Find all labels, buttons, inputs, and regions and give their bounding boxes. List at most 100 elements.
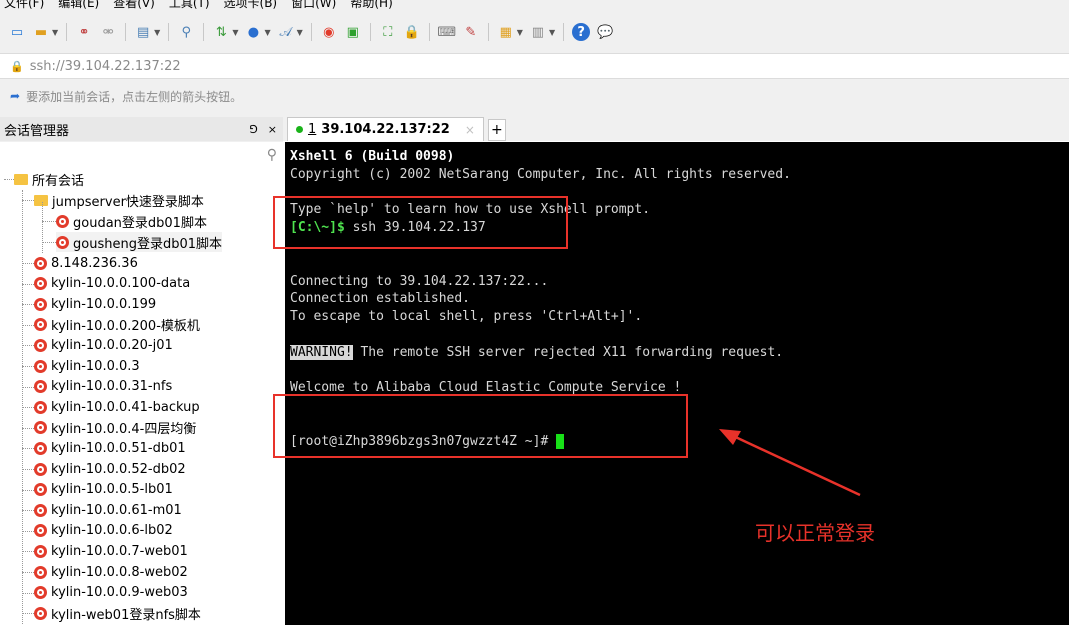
tree-item[interactable]: kylin-10.0.0.3: [34, 356, 140, 376]
tree-connector: [42, 242, 56, 243]
menu-item[interactable]: 文件(F): [4, 0, 44, 10]
tree-item-label: goudan登录db01脚本: [73, 215, 207, 231]
tree-connector: [22, 469, 34, 470]
session-icon: [34, 277, 47, 291]
tree-connector: [22, 386, 34, 388]
search-icon[interactable]: ⚲: [177, 23, 195, 41]
tree-item-label: kylin-10.0.0.9-web03: [51, 585, 188, 601]
help-icon[interactable]: ?: [572, 23, 591, 41]
menu-item[interactable]: 编辑(E): [58, 0, 99, 10]
menu-item[interactable]: 查看(V): [113, 0, 155, 10]
tree-item-label: kylin-10.0.0.4-四层均衡: [51, 422, 197, 438]
tree-item[interactable]: kylin-10.0.0.52-db02: [34, 459, 186, 479]
tree-item[interactable]: 8.148.236.36: [34, 253, 138, 273]
lock-icon: 🔒: [10, 59, 24, 73]
session-icon: [34, 524, 47, 538]
menu-item[interactable]: 选项卡(B): [224, 0, 278, 10]
tree-connector: [22, 190, 23, 624]
toolbar-divider: [310, 23, 312, 41]
toolbar-divider: [369, 23, 371, 41]
fullscreen-icon[interactable]: ⛶: [379, 23, 397, 41]
tree-connector: [22, 592, 34, 594]
open-folder-icon[interactable]: ▬: [32, 23, 50, 41]
tab-layout-icon[interactable]: ▦: [497, 23, 515, 41]
toolbar-divider: [168, 23, 170, 41]
session-icon: [34, 256, 47, 270]
warning-tag: WARNING!: [290, 344, 353, 360]
tree-item[interactable]: jumpserver快速登录脚本: [34, 190, 204, 210]
tree-item[interactable]: gousheng登录db01脚本: [56, 232, 222, 252]
tree-item[interactable]: kylin-10.0.0.51-db01: [34, 438, 186, 458]
address-bar[interactable]: 🔒 ssh://39.104.22.137:22: [0, 53, 1069, 79]
add-session-arrow-icon[interactable]: ➦: [10, 89, 20, 103]
tree-item-label: kylin-10.0.0.8-web02: [51, 564, 188, 580]
properties-icon[interactable]: ▤: [134, 23, 152, 41]
tree-item[interactable]: kylin-10.0.0.6-lb02: [34, 521, 173, 541]
lock-icon[interactable]: 🔒: [403, 23, 421, 41]
tree-connector: [22, 366, 34, 367]
window-layout-icon[interactable]: ▥: [529, 23, 547, 41]
tree-item[interactable]: kylin-10.0.0.200-模板机: [34, 315, 200, 335]
terminal-line: Copyright (c) 2002 NetSarang Computer, I…: [290, 166, 791, 182]
tree-item-label: kylin-10.0.0.31-nfs: [51, 379, 173, 395]
tab-session[interactable]: 1 39.104.22.137:22 ×: [287, 117, 484, 141]
menu-item[interactable]: 窗口(W): [291, 0, 336, 10]
chevron-down-icon[interactable]: ▼: [52, 28, 58, 37]
chevron-down-icon[interactable]: ▼: [264, 28, 270, 37]
xftp-icon[interactable]: ▣: [344, 23, 362, 41]
tree-item[interactable]: goudan登录db01脚本: [56, 211, 207, 231]
pin-icon[interactable]: ⅁: [249, 123, 258, 136]
tree-item[interactable]: kylin-10.0.0.4-四层均衡: [34, 418, 196, 438]
chevron-down-icon[interactable]: ▼: [297, 28, 303, 37]
tab-close-icon[interactable]: ×: [465, 123, 475, 137]
menu-item[interactable]: 工具(T): [169, 0, 210, 10]
chevron-down-icon[interactable]: ▼: [232, 28, 238, 37]
highlight-box-ssh-command: [273, 196, 568, 249]
chevron-down-icon[interactable]: ▼: [154, 28, 160, 37]
tree-item[interactable]: kylin-10.0.0.41-backup: [34, 397, 200, 417]
tree-connector: [22, 324, 34, 326]
tree-item-label: kylin-10.0.0.3: [51, 358, 140, 374]
globe-icon[interactable]: ●: [244, 23, 262, 41]
search-icon[interactable]: ⚲: [0, 142, 283, 168]
tree-item[interactable]: 所有会话: [14, 169, 84, 189]
session-manager-title: 会话管理器: [4, 123, 70, 139]
chevron-down-icon[interactable]: ▼: [517, 28, 523, 37]
disconnect-icon[interactable]: ⚮: [99, 23, 117, 41]
tab-bar: 1 39.104.22.137:22 × +: [283, 117, 1069, 141]
chevron-down-icon[interactable]: ▼: [549, 28, 555, 37]
transfer-icon[interactable]: ⇅: [212, 23, 230, 41]
tree-item[interactable]: kylin-10.0.0.199: [34, 294, 156, 314]
address-input[interactable]: ssh://39.104.22.137:22: [30, 59, 181, 74]
tree-item[interactable]: kylin-10.0.0.31-nfs: [34, 377, 172, 397]
new-tab-button[interactable]: +: [487, 119, 506, 141]
close-icon[interactable]: ×: [268, 123, 277, 136]
highlight-icon[interactable]: ✎: [462, 23, 480, 41]
tree-item[interactable]: kylin-web01登录nfs脚本: [34, 603, 201, 623]
tree-item-label: kylin-10.0.0.100-data: [51, 276, 191, 292]
keyboard-icon[interactable]: ⌨: [437, 23, 456, 41]
tree-item[interactable]: kylin-10.0.0.61-m01: [34, 500, 182, 520]
tree-connector: [22, 407, 34, 409]
session-icon: [34, 297, 47, 311]
tree-connector: [22, 263, 34, 264]
tree-connector: [4, 179, 14, 180]
new-session-icon[interactable]: ▭: [8, 23, 26, 41]
tree-item[interactable]: kylin-10.0.0.8-web02: [34, 562, 188, 582]
font-icon[interactable]: 𝒜: [277, 23, 295, 41]
tree-item[interactable]: kylin-10.0.0.9-web03: [34, 583, 188, 603]
terminal-line: WARNING! The remote SSH server rejected …: [290, 344, 1069, 362]
xshell-icon[interactable]: ◉: [320, 23, 338, 41]
tree-item[interactable]: kylin-10.0.0.20-j01: [34, 335, 173, 355]
connect-icon[interactable]: ⚭: [75, 23, 93, 41]
menu-item[interactable]: 帮助(H): [350, 0, 392, 10]
tree-item-label: kylin-10.0.0.6-lb02: [51, 523, 173, 539]
tree-connector: [42, 202, 43, 253]
session-manager-header: 会话管理器 ⅁ ×: [0, 117, 283, 141]
tree-item[interactable]: kylin-10.0.0.7-web01: [34, 541, 188, 561]
chat-icon[interactable]: 💬: [596, 23, 614, 41]
tree-item[interactable]: kylin-10.0.0.100-data: [34, 274, 190, 294]
tree-item[interactable]: kylin-10.0.0.5-lb01: [34, 480, 173, 500]
